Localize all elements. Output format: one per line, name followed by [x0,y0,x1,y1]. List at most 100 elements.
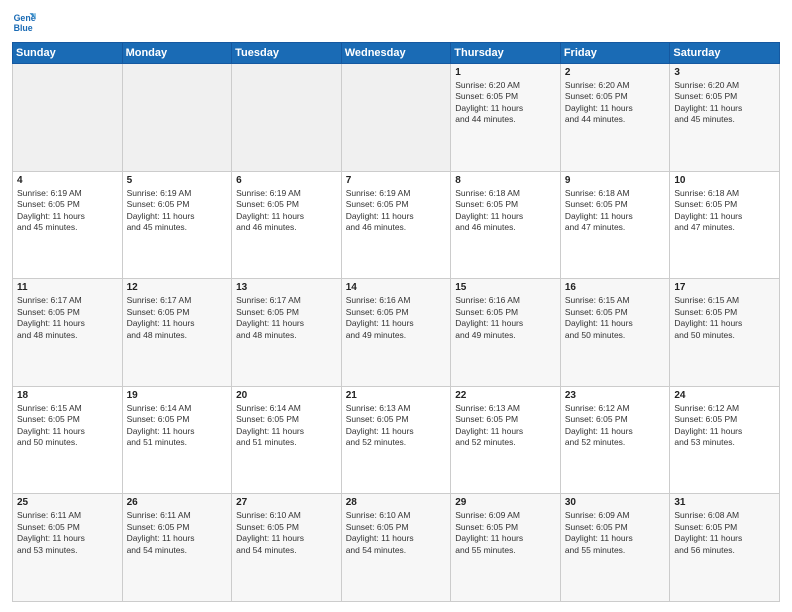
day-info: Sunrise: 6:13 AM Sunset: 6:05 PM Dayligh… [346,403,447,449]
weekday-row: SundayMondayTuesdayWednesdayThursdayFrid… [13,43,780,64]
day-number: 9 [565,175,666,186]
day-number: 26 [127,497,228,508]
calendar-cell: 23Sunrise: 6:12 AM Sunset: 6:05 PM Dayli… [560,386,670,494]
day-number: 4 [17,175,118,186]
day-number: 28 [346,497,447,508]
calendar-cell: 10Sunrise: 6:18 AM Sunset: 6:05 PM Dayli… [670,171,780,279]
logo-icon: General Blue [12,10,36,34]
calendar-cell: 6Sunrise: 6:19 AM Sunset: 6:05 PM Daylig… [232,171,342,279]
calendar-cell: 27Sunrise: 6:10 AM Sunset: 6:05 PM Dayli… [232,494,342,602]
day-number: 20 [236,390,337,401]
day-info: Sunrise: 6:17 AM Sunset: 6:05 PM Dayligh… [236,295,337,341]
weekday-header-monday: Monday [122,43,232,64]
day-number: 13 [236,282,337,293]
day-info: Sunrise: 6:17 AM Sunset: 6:05 PM Dayligh… [17,295,118,341]
calendar-cell: 25 Sunrise: 6:11 AM Sunset: 6:05 PM Dayli… [13,494,123,602]
day-number: 24 [674,390,775,401]
calendar-cell: 13 Sunrise: 6:17 AM Sunset: 6:05 PM Dayli… [232,279,342,387]
day-info: Sunrise: 6:16 AM Sunset: 6:05 PM Dayligh… [455,295,556,341]
calendar-cell: 28 Sunrise: 6:10 AM Sunset: 6:05 PM Dayli… [341,494,451,602]
day-info: Sunrise: 6:12 AM Sunset: 6:05 PM Dayligh… [565,403,666,449]
day-number: 1 [455,67,556,78]
day-number: 7 [346,175,447,186]
calendar-cell: 22 Sunrise: 6:13 AM Sunset: 6:05 PM Dayli… [451,386,561,494]
day-info: Sunrise: 6:14 AM Sunset: 6:05 PM Dayligh… [236,403,337,449]
calendar-cell: 11 Sunrise: 6:17 AM Sunset: 6:05 PM Dayli… [13,279,123,387]
day-info: Sunrise: 6:19 AM Sunset: 6:05 PM Dayligh… [236,188,337,234]
day-info: Sunrise: 6:09 AM Sunset: 6:05 PM Dayligh… [455,510,556,556]
calendar-week-1: 1 Sunrise: 6:20 AM Sunset: 6:05 PM Daylig… [13,64,780,172]
day-number: 21 [346,390,447,401]
day-number: 12 [127,282,228,293]
calendar-cell: 12 Sunrise: 6:17 AM Sunset: 6:05 PM Dayli… [122,279,232,387]
calendar-cell: 3 Sunrise: 6:20 AM Sunset: 6:05 PM Daylig… [670,64,780,172]
day-info: Sunrise: 6:15 AM Sunset: 6:05 PM Dayligh… [17,403,118,449]
calendar-cell: 18Sunrise: 6:15 AM Sunset: 6:05 PM Dayli… [13,386,123,494]
day-info: Sunrise: 6:18 AM Sunset: 6:05 PM Dayligh… [455,188,556,234]
weekday-header-thursday: Thursday [451,43,561,64]
calendar-cell: 8 Sunrise: 6:18 AM Sunset: 6:05 PM Daylig… [451,171,561,279]
calendar-cell: 2 Sunrise: 6:20 AM Sunset: 6:05 PM Daylig… [560,64,670,172]
calendar-week-2: 4 Sunrise: 6:19 AM Sunset: 6:05 PM Daylig… [13,171,780,279]
day-info: Sunrise: 6:14 AM Sunset: 6:05 PM Dayligh… [127,403,228,449]
day-info: Sunrise: 6:08 AM Sunset: 6:05 PM Dayligh… [674,510,775,556]
day-number: 25 [17,497,118,508]
calendar-cell: 14 Sunrise: 6:16 AM Sunset: 6:05 PM Dayli… [341,279,451,387]
calendar-cell: 9 Sunrise: 6:18 AM Sunset: 6:05 PM Daylig… [560,171,670,279]
weekday-header-friday: Friday [560,43,670,64]
day-info: Sunrise: 6:11 AM Sunset: 6:05 PM Dayligh… [17,510,118,556]
day-info: Sunrise: 6:18 AM Sunset: 6:05 PM Dayligh… [565,188,666,234]
calendar-cell: 5 Sunrise: 6:19 AM Sunset: 6:05 PM Daylig… [122,171,232,279]
calendar-body: 1 Sunrise: 6:20 AM Sunset: 6:05 PM Daylig… [13,64,780,602]
weekday-header-saturday: Saturday [670,43,780,64]
day-number: 10 [674,175,775,186]
calendar-cell: 30Sunrise: 6:09 AM Sunset: 6:05 PM Dayli… [560,494,670,602]
day-info: Sunrise: 6:19 AM Sunset: 6:05 PM Dayligh… [127,188,228,234]
day-number: 14 [346,282,447,293]
logo: General Blue [12,10,40,34]
calendar-cell: 29 Sunrise: 6:09 AM Sunset: 6:05 PM Dayli… [451,494,561,602]
day-info: Sunrise: 6:19 AM Sunset: 6:05 PM Dayligh… [17,188,118,234]
day-number: 3 [674,67,775,78]
calendar-cell [341,64,451,172]
day-info: Sunrise: 6:12 AM Sunset: 6:05 PM Dayligh… [674,403,775,449]
day-number: 8 [455,175,556,186]
day-info: Sunrise: 6:20 AM Sunset: 6:05 PM Dayligh… [455,80,556,126]
day-info: Sunrise: 6:15 AM Sunset: 6:05 PM Dayligh… [565,295,666,341]
calendar-cell: 21 Sunrise: 6:13 AM Sunset: 6:05 PM Dayli… [341,386,451,494]
page: General Blue SundayMondayTuesdayWednesda… [0,0,792,612]
calendar-cell: 1 Sunrise: 6:20 AM Sunset: 6:05 PM Daylig… [451,64,561,172]
calendar-cell: 4 Sunrise: 6:19 AM Sunset: 6:05 PM Daylig… [13,171,123,279]
day-info: Sunrise: 6:11 AM Sunset: 6:05 PM Dayligh… [127,510,228,556]
calendar-cell: 20 Sunrise: 6:14 AM Sunset: 6:05 PM Dayli… [232,386,342,494]
day-number: 16 [565,282,666,293]
weekday-header-sunday: Sunday [13,43,123,64]
calendar-cell: 19Sunrise: 6:14 AM Sunset: 6:05 PM Dayli… [122,386,232,494]
day-info: Sunrise: 6:20 AM Sunset: 6:05 PM Dayligh… [674,80,775,126]
day-info: Sunrise: 6:15 AM Sunset: 6:05 PM Dayligh… [674,295,775,341]
day-number: 22 [455,390,556,401]
calendar-cell: 17Sunrise: 6:15 AM Sunset: 6:05 PM Dayli… [670,279,780,387]
day-info: Sunrise: 6:16 AM Sunset: 6:05 PM Dayligh… [346,295,447,341]
weekday-header-wednesday: Wednesday [341,43,451,64]
calendar-cell [122,64,232,172]
day-info: Sunrise: 6:10 AM Sunset: 6:05 PM Dayligh… [236,510,337,556]
calendar-cell: 26 Sunrise: 6:11 AM Sunset: 6:05 PM Dayli… [122,494,232,602]
day-info: Sunrise: 6:17 AM Sunset: 6:05 PM Dayligh… [127,295,228,341]
calendar-week-5: 25 Sunrise: 6:11 AM Sunset: 6:05 PM Dayli… [13,494,780,602]
calendar-cell: 31 Sunrise: 6:08 AM Sunset: 6:05 PM Dayli… [670,494,780,602]
calendar-week-4: 18Sunrise: 6:15 AM Sunset: 6:05 PM Dayli… [13,386,780,494]
day-number: 31 [674,497,775,508]
calendar-cell: 24 Sunrise: 6:12 AM Sunset: 6:05 PM Dayli… [670,386,780,494]
day-info: Sunrise: 6:20 AM Sunset: 6:05 PM Dayligh… [565,80,666,126]
day-number: 2 [565,67,666,78]
header: General Blue [12,10,780,34]
day-info: Sunrise: 6:10 AM Sunset: 6:05 PM Dayligh… [346,510,447,556]
calendar-week-3: 11 Sunrise: 6:17 AM Sunset: 6:05 PM Dayli… [13,279,780,387]
day-info: Sunrise: 6:13 AM Sunset: 6:05 PM Dayligh… [455,403,556,449]
day-number: 11 [17,282,118,293]
day-number: 5 [127,175,228,186]
day-number: 29 [455,497,556,508]
svg-text:Blue: Blue [14,23,33,33]
calendar-header: SundayMondayTuesdayWednesdayThursdayFrid… [13,43,780,64]
